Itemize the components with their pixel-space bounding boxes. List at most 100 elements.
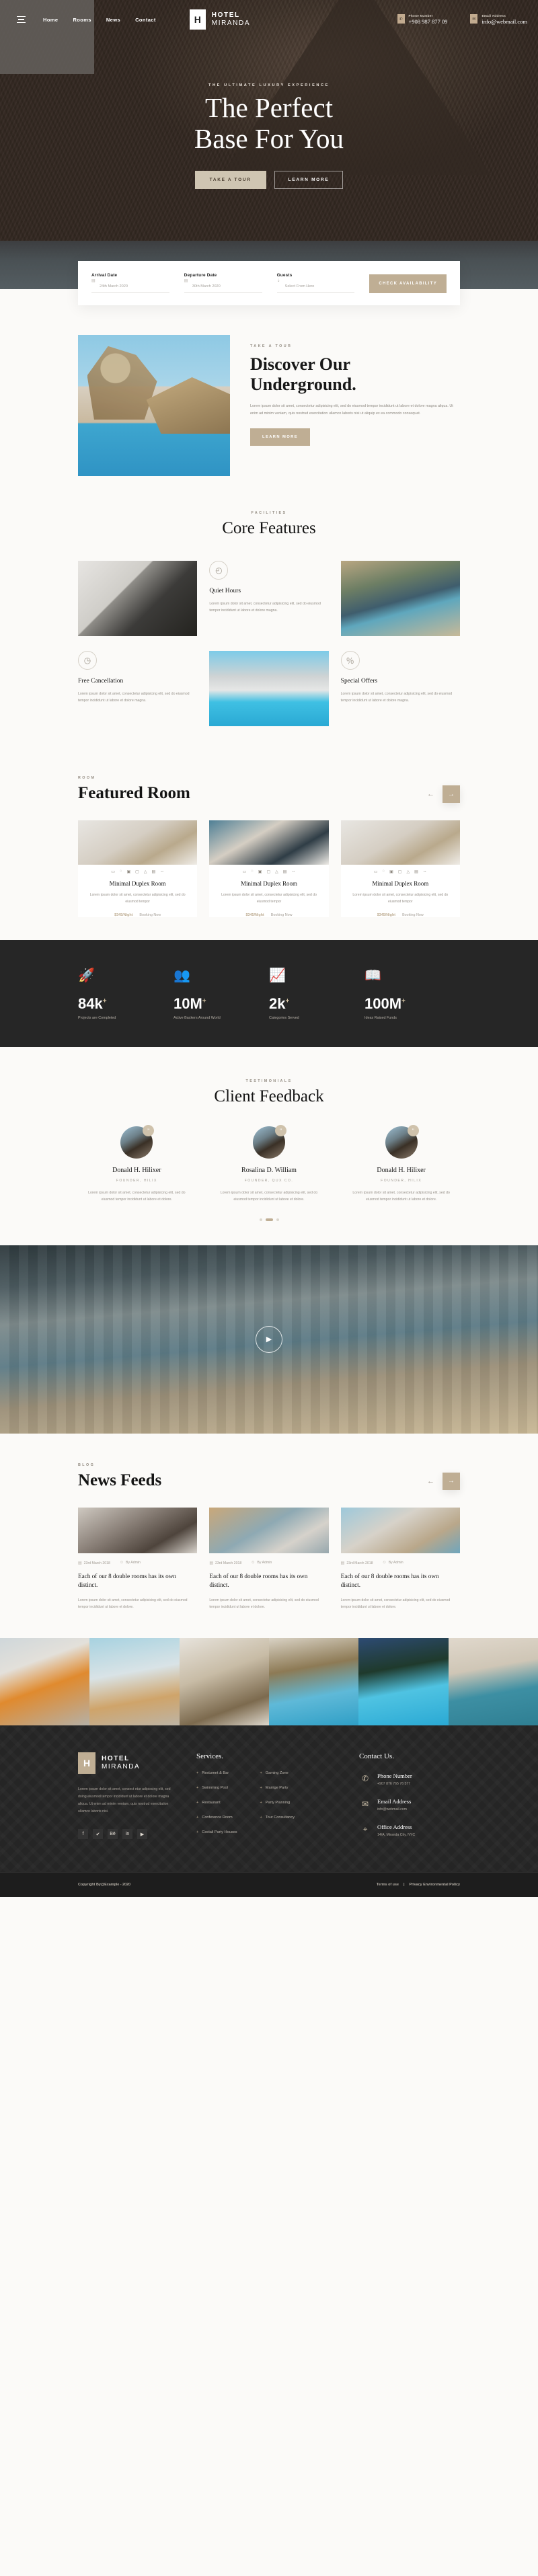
header-email-value: info@webmail.com [482, 18, 527, 25]
footer-address[interactable]: ⌖ Office Address 14/A, Miranda City, NYC [359, 1824, 460, 1837]
nav-item-rooms[interactable]: Rooms [73, 17, 91, 23]
room-booking-link[interactable]: Booking Now [271, 913, 293, 917]
quote-icon: ” [274, 1124, 286, 1136]
news-image [78, 1507, 198, 1553]
news-post-title[interactable]: Each of our 8 double rooms has its own d… [78, 1572, 197, 1591]
pagination-dot[interactable] [276, 1218, 279, 1221]
learn-more-button[interactable]: LEARN MORE [274, 170, 344, 189]
news-card[interactable]: ▤ 23rd March 2018 ☺ By Admin Each of our 8… [209, 1507, 329, 1611]
footer-service-item[interactable]: + Conference Room [196, 1816, 237, 1820]
feature-card-special-offers: ％ Special Offers Lorem ipsum dolor sit a… [340, 651, 460, 726]
nav-item-home[interactable]: Home [43, 17, 58, 23]
twitter-icon[interactable]: ✔ [93, 1829, 103, 1840]
check-availability-button[interactable]: CHECK AVAILABILITY [369, 274, 447, 293]
news-post-title[interactable]: Each of our 8 double rooms has its own d… [209, 1572, 328, 1591]
linkedin-icon[interactable]: in [122, 1829, 132, 1840]
nav-item-news[interactable]: News [106, 17, 120, 23]
logo-line-1: HOTEL [102, 1754, 130, 1762]
phone-icon: ✆ [397, 14, 405, 24]
room-name: Minimal Duplex Room [109, 880, 166, 887]
room-booking-link[interactable]: Booking Now [139, 913, 161, 917]
hamburger-icon[interactable] [9, 15, 32, 24]
size-icon: ↔ [160, 869, 165, 873]
shower-icon: △ [275, 870, 278, 874]
footer-logo[interactable]: H HOTEL MIRANDA [78, 1752, 179, 1774]
footer-service-item[interactable]: + Coctail Party Houses [196, 1830, 237, 1834]
news-author: ☺ By Admin [251, 1561, 272, 1565]
header-email[interactable]: ✉ Email Address info@webmail.com [470, 14, 527, 25]
rooms-header: ROOM Featured Room ← → [78, 776, 460, 803]
room-booking-link[interactable]: Booking Now [402, 913, 424, 917]
gallery-item[interactable] [268, 1637, 359, 1725]
user-icon: ☺ [382, 1561, 387, 1565]
news-post-title[interactable]: Each of our 8 double rooms has its own d… [341, 1572, 460, 1591]
features-header: FACILITIES Core Features [0, 511, 538, 538]
footer-service-item[interactable]: + Party Planning [260, 1801, 295, 1805]
map-pin-icon: ⌖ [362, 1824, 368, 1834]
play-icon[interactable]: ▶ [256, 1325, 282, 1353]
avatar-wrap: ” [385, 1124, 419, 1159]
header-phone[interactable]: ✆ Phone Number +908 987 877 09 [397, 14, 448, 25]
gallery-item[interactable] [0, 1637, 90, 1725]
arrival-date-field: Arrival Date ▤ [91, 273, 169, 293]
footer-email[interactable]: ✉ Email Address info@webmail.com [359, 1798, 460, 1811]
feature-name: Free Cancellation [78, 678, 124, 685]
testimonial-text: Lorem ipsum dolor sit amet, consectetur … [220, 1190, 318, 1202]
arrival-date-row: ▤ [91, 278, 169, 293]
footer-service-item[interactable]: + Marrige Party [260, 1786, 295, 1790]
facebook-icon[interactable]: f [78, 1829, 88, 1840]
news-meta: ▤ 23rd March 2018 ☺ By Admin [78, 1561, 197, 1565]
footer-service-item[interactable]: + Restaurant [196, 1801, 237, 1805]
news-card[interactable]: ▤ 23rd March 2018 ☺ By Admin Each of our 8… [78, 1507, 198, 1611]
footer-service-item[interactable]: + Resturent & Bar [196, 1771, 237, 1775]
hamburger-bar [17, 19, 24, 20]
user-icon: ⇣ [276, 279, 280, 283]
arrow-right-icon[interactable]: → [443, 1472, 460, 1490]
arrow-left-icon[interactable]: ← [427, 1477, 434, 1485]
gallery-item[interactable] [89, 1637, 180, 1725]
site-logo[interactable]: H HOTEL MIRANDA [189, 9, 250, 30]
footer-contact-heading: Contact Us. [359, 1752, 394, 1760]
behance-icon[interactable]: Bē [108, 1829, 118, 1840]
header-phone-value: +908 987 877 09 [408, 18, 448, 25]
room-card[interactable]: ▭ ◌ ▣ ▢ △ ▤ ↔ Minimal Duplex Room Lorem … [78, 820, 198, 917]
pagination-dot[interactable] [259, 1218, 262, 1221]
footer-phone[interactable]: ✆ Phone Number +907 876 765 76 577 [359, 1772, 460, 1786]
stat-label: Categories Served [269, 1015, 299, 1020]
gallery-item[interactable] [179, 1637, 269, 1725]
gallery-item[interactable] [358, 1637, 449, 1725]
arrival-date-input[interactable] [91, 284, 169, 293]
guests-input[interactable] [276, 284, 355, 293]
feature-image-stairs [78, 561, 198, 636]
pagination-dot-active[interactable] [265, 1218, 273, 1221]
room-card[interactable]: ▭ ◌ ▣ ▢ △ ▤ ↔ Minimal Duplex Room Lorem … [340, 820, 460, 917]
arrow-left-icon[interactable]: ← [427, 790, 434, 798]
nav-item-contact[interactable]: Contact [135, 17, 156, 23]
testimonial-role: FOUNDER, HILIX [381, 1178, 422, 1183]
take-a-tour-button[interactable]: TAKE A TOUR [194, 170, 266, 189]
privacy-policy-link[interactable]: Privacy Environmental Policy [409, 1883, 460, 1887]
gallery-item[interactable] [448, 1637, 538, 1725]
room-card[interactable]: ▭ ◌ ▣ ▢ △ ▤ ↔ Minimal Duplex Room Lorem … [209, 820, 329, 917]
arrow-right-icon[interactable]: → [443, 785, 460, 803]
stat-label: Projects are Completed [78, 1015, 116, 1020]
logo-text: HOTEL MIRANDA [102, 1755, 140, 1771]
footer-service-item[interactable]: + Gaming Zone [260, 1771, 295, 1775]
room-desc: Lorem ipsum dolor sit amet, consectetur … [352, 893, 449, 904]
testimonials-section: TESTIMONIALS Client Feedback ” Donald H.… [0, 1047, 538, 1245]
stat-number: 10M+ [174, 994, 206, 1012]
terms-of-use-link[interactable]: Terms of use [377, 1883, 399, 1887]
news-card[interactable]: ▤ 23rd March 2018 ☺ By Admin Each of our 8… [340, 1507, 460, 1611]
footer-service-item[interactable]: + Tour Consultancy [260, 1816, 295, 1820]
discover-learn-more-button[interactable]: LEARN MORE [250, 428, 310, 446]
footer-service-item[interactable]: + Swimming Pool [196, 1786, 237, 1790]
main-nav: Home Rooms News Contact [43, 17, 156, 23]
youtube-icon[interactable]: ▶ [137, 1829, 147, 1840]
news-date: ▤ 23rd March 2018 [340, 1561, 373, 1565]
departure-date-input[interactable] [184, 284, 262, 293]
news-post-text: Lorem ipsum dolor sit amet, consectetur … [209, 1598, 319, 1610]
news-kicker: BLOG [78, 1462, 95, 1467]
stat-label: Ideas Raised Funds [364, 1015, 397, 1020]
footer-brand-column: H HOTEL MIRANDA Lorem ipsum dolor sit am… [78, 1752, 179, 1845]
news-post-text: Lorem ipsum dolor sit amet, consectetur … [78, 1598, 188, 1610]
